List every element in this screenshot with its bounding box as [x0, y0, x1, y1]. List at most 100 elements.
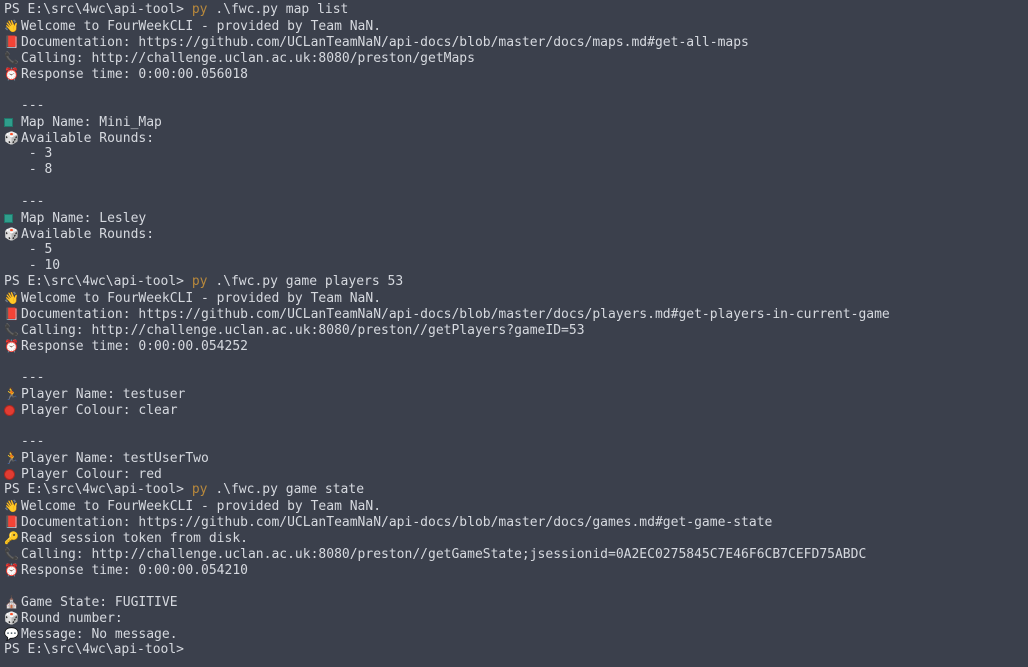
output-text: Available Rounds:	[21, 227, 155, 242]
game-state-icon: ⛪	[4, 595, 19, 609]
output-text: - 10	[21, 258, 61, 273]
output-line: Player Colour: red	[0, 466, 1028, 482]
closed-book-icon: 📕	[4, 35, 19, 49]
output-line: ⏰ Response time: 0:00:00.056018	[0, 66, 1028, 82]
key-icon: 🔑	[4, 531, 19, 545]
output-text: Player Colour: red	[21, 467, 162, 482]
powershell-terminal[interactable]: PS E:\src\4wc\api-tool> py .\fwc.py map …	[0, 0, 1028, 667]
game-die-icon: 🎲	[4, 131, 19, 145]
command-args: .\fwc.py game players 53	[207, 274, 404, 289]
prompt-path: PS E:\src\4wc\api-tool>	[4, 482, 185, 497]
command-args: .\fwc.py map list	[207, 2, 349, 17]
output-text: Round number:	[21, 611, 123, 626]
output-text: Message: No message.	[21, 627, 178, 642]
output-line: ⏰ Response time: 0:00:00.054210	[0, 562, 1028, 578]
output-line: 💬 Message: No message.	[0, 626, 1028, 642]
waving-hand-icon: 👋	[4, 499, 19, 513]
output-text: Documentation: https://github.com/UCLanT…	[21, 515, 773, 530]
output-line: 🏃 Player Name: testuser	[0, 386, 1028, 402]
output-line: 🎲 Available Rounds:	[0, 226, 1028, 242]
output-line: - 3	[0, 146, 1028, 162]
output-line: 👋 Welcome to FourWeekCLI - provided by Te…	[0, 498, 1028, 514]
output-line: - 10	[0, 258, 1028, 274]
output-text: - 5	[21, 242, 53, 257]
output-text: Calling: http://challenge.uclan.ac.uk:80…	[21, 323, 585, 338]
output-line: 📞 Calling: http://challenge.uclan.ac.uk:8…	[0, 322, 1028, 338]
output-text: Welcome to FourWeekCLI - provided by Tea…	[21, 291, 382, 306]
output-text: Player Colour: clear	[21, 403, 178, 418]
output-text: Player Name: testuser	[21, 387, 186, 402]
prompt-path: PS E:\src\4wc\api-tool>	[4, 2, 185, 17]
output-line: 📕 Documentation: https://github.com/UCLan…	[0, 306, 1028, 322]
waving-hand-icon: 👋	[4, 19, 19, 33]
red-circle-icon	[4, 466, 21, 482]
output-line: ---	[0, 98, 1028, 114]
output-line: 👋 Welcome to FourWeekCLI - provided by Te…	[0, 290, 1028, 306]
output-line: 🎲 Round number:	[0, 610, 1028, 626]
output-text: Response time: 0:00:00.056018	[21, 67, 248, 82]
output-text: - 3	[21, 146, 53, 161]
output-text: Map Name: Mini_Map	[21, 115, 162, 130]
output-text: Calling: http://challenge.uclan.ac.uk:80…	[21, 547, 867, 562]
output-text: Player Name: testUserTwo	[21, 451, 209, 466]
output-text: Calling: http://challenge.uclan.ac.uk:80…	[21, 51, 475, 66]
output-text: ---	[21, 434, 45, 449]
output-text: Response time: 0:00:00.054252	[21, 339, 248, 354]
output-line: ⛪ Game State: FUGITIVE	[0, 594, 1028, 610]
output-text: Documentation: https://github.com/UCLanT…	[21, 307, 890, 322]
output-line: 📕 Documentation: https://github.com/UCLan…	[0, 514, 1028, 530]
telephone-receiver-icon: 📞	[4, 547, 19, 561]
output-line: ---	[0, 370, 1028, 386]
output-text: Map Name: Lesley	[21, 211, 147, 226]
output-text: ---	[21, 194, 45, 209]
output-text: Available Rounds:	[21, 131, 155, 146]
output-line: Map Name: Mini_Map	[0, 114, 1028, 130]
output-line: Player Colour: clear	[0, 402, 1028, 418]
output-line: 🏃 Player Name: testUserTwo	[0, 450, 1028, 466]
output-line: Map Name: Lesley	[0, 210, 1028, 226]
prompt-line: PS E:\src\4wc\api-tool> py .\fwc.py game…	[0, 482, 1028, 498]
speech-balloon-icon: 💬	[4, 627, 19, 641]
map-icon	[4, 210, 21, 226]
output-line: 📞 Calling: http://challenge.uclan.ac.uk:8…	[0, 50, 1028, 66]
output-line: 📕 Documentation: https://github.com/UCLan…	[0, 34, 1028, 50]
command-keyword: py	[191, 2, 208, 17]
output-text: - 8	[21, 162, 53, 177]
output-line: 🔑 Read session token from disk.	[0, 530, 1028, 546]
closed-book-icon: 📕	[4, 515, 19, 529]
output-text: Game State: FUGITIVE	[21, 595, 178, 610]
output-text: Read session token from disk.	[21, 531, 248, 546]
game-die-icon: 🎲	[4, 611, 19, 625]
command-keyword: py	[191, 482, 208, 497]
prompt-line: PS E:\src\4wc\api-tool>	[0, 642, 1028, 658]
output-line: - 8	[0, 162, 1028, 178]
prompt-path: PS E:\src\4wc\api-tool>	[4, 642, 185, 657]
output-text: ---	[21, 98, 45, 113]
command-keyword: py	[191, 274, 208, 289]
game-die-icon: 🎲	[4, 227, 19, 241]
output-line: ---	[0, 194, 1028, 210]
alarm-clock-icon: ⏰	[4, 67, 19, 81]
runner-icon: 🏃	[4, 451, 19, 465]
output-line: 📞 Calling: http://challenge.uclan.ac.uk:8…	[0, 546, 1028, 562]
output-text: Documentation: https://github.com/UCLanT…	[21, 35, 749, 50]
command-args: .\fwc.py game state	[207, 482, 365, 497]
alarm-clock-icon: ⏰	[4, 563, 19, 577]
output-line: ⏰ Response time: 0:00:00.054252	[0, 338, 1028, 354]
output-line: 👋 Welcome to FourWeekCLI - provided by Te…	[0, 18, 1028, 34]
output-line: 🎲 Available Rounds:	[0, 130, 1028, 146]
runner-icon: 🏃	[4, 387, 19, 401]
output-text: Welcome to FourWeekCLI - provided by Tea…	[21, 19, 382, 34]
waving-hand-icon: 👋	[4, 291, 19, 305]
red-circle-icon	[4, 402, 21, 418]
prompt-line: PS E:\src\4wc\api-tool> py .\fwc.py game…	[0, 274, 1028, 290]
map-icon	[4, 114, 21, 130]
closed-book-icon: 📕	[4, 307, 19, 321]
prompt-line: PS E:\src\4wc\api-tool> py .\fwc.py map …	[0, 2, 1028, 18]
telephone-receiver-icon: 📞	[4, 323, 19, 337]
